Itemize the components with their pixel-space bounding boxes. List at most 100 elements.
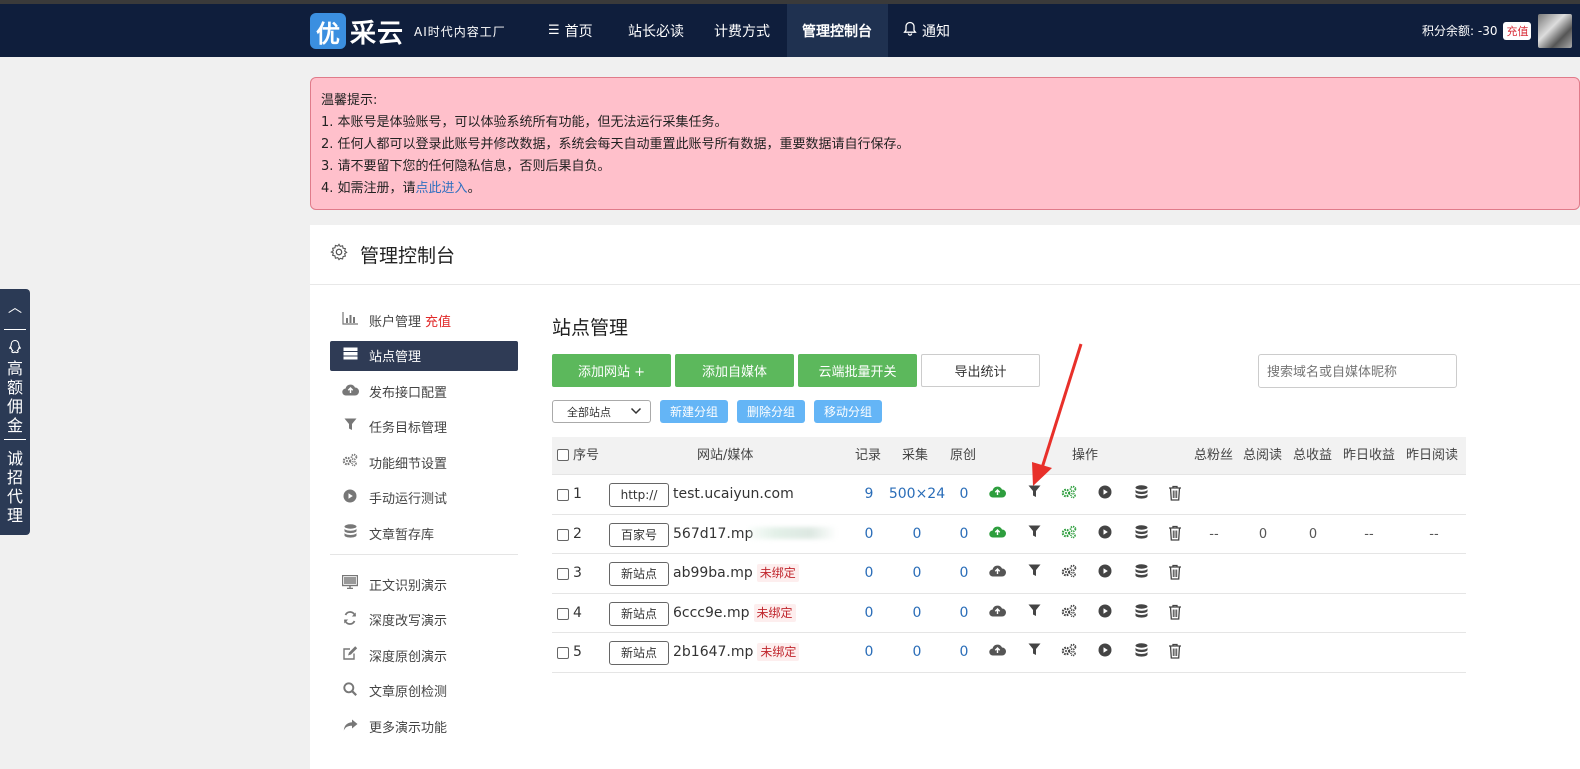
delete-group-button[interactable]: 删除分组 bbox=[737, 400, 806, 423]
trash-icon[interactable] bbox=[1166, 643, 1184, 661]
collect-count[interactable]: 0 bbox=[886, 633, 948, 672]
add-site-button[interactable]: 添加网站 + bbox=[552, 354, 671, 387]
site-logo[interactable]: 优 采云 AI时代内容工厂 bbox=[310, 12, 506, 50]
floating-side-tab[interactable]: ︿ 高额佣金 诚招代理 bbox=[0, 289, 30, 535]
site-type-tag[interactable]: 新站点 bbox=[609, 601, 669, 626]
original-count[interactable]: 0 bbox=[953, 594, 975, 633]
menu-item-account-recharge[interactable]: 充值 bbox=[425, 311, 451, 330]
play-icon[interactable] bbox=[1096, 485, 1114, 503]
collect-count[interactable]: 0 bbox=[886, 554, 948, 593]
menu-item-article-store[interactable]: 文章暂存库 bbox=[330, 519, 518, 549]
site-name[interactable]: test.ucaiyun.com bbox=[673, 475, 794, 514]
menu-item-account[interactable]: 账户管理 充值 bbox=[330, 305, 518, 335]
site-name[interactable]: ab99ba.mp 未绑定 bbox=[673, 554, 799, 593]
original-count[interactable]: 0 bbox=[953, 515, 975, 554]
cloud-upload-icon[interactable] bbox=[988, 604, 1006, 622]
filter-icon[interactable] bbox=[1025, 485, 1043, 503]
cloud-upload-icon[interactable] bbox=[988, 643, 1006, 661]
row-checkbox[interactable] bbox=[557, 647, 569, 659]
new-group-button[interactable]: 新建分组 bbox=[660, 400, 729, 423]
play-icon[interactable] bbox=[1096, 643, 1114, 661]
menu-item-more-demos[interactable]: 更多演示功能 bbox=[330, 712, 518, 742]
records-count[interactable]: 9 bbox=[858, 475, 880, 514]
site-type-tag[interactable]: 新站点 bbox=[609, 641, 669, 665]
register-link[interactable]: 点此进入 bbox=[416, 181, 468, 196]
cloud-batch-toggle-button[interactable]: 云端批量开关 bbox=[798, 354, 917, 387]
database-icon[interactable] bbox=[1132, 485, 1150, 503]
menu-item-original-demo[interactable]: 深度原创演示 bbox=[330, 640, 518, 670]
database-icon[interactable] bbox=[1132, 603, 1150, 622]
filter-icon[interactable] bbox=[1025, 643, 1043, 661]
avatar[interactable] bbox=[1538, 14, 1572, 48]
row-checkbox[interactable] bbox=[557, 489, 569, 501]
site-type-tag[interactable]: http:// bbox=[609, 483, 669, 507]
menu-item-sites[interactable]: 站点管理 bbox=[330, 340, 518, 371]
nav-webmaster-guide[interactable]: 站长必读 bbox=[613, 4, 699, 57]
site-name[interactable]: 2b1647.mp 未绑定 bbox=[673, 633, 800, 672]
gears-icon[interactable] bbox=[1060, 643, 1078, 661]
nav-notifications[interactable]: 通知 bbox=[888, 4, 965, 57]
records-count[interactable]: 0 bbox=[858, 633, 880, 672]
menu-item-publish-api[interactable]: 发布接口配置 bbox=[330, 376, 518, 406]
play-icon[interactable] bbox=[1096, 564, 1114, 582]
records-count[interactable]: 0 bbox=[858, 515, 880, 554]
original-count[interactable]: 0 bbox=[953, 475, 975, 514]
menu-item-task-targets-label: 任务目标管理 bbox=[369, 421, 448, 437]
site-name[interactable]: 567d17.mp bbox=[673, 515, 753, 554]
filter-icon[interactable] bbox=[1025, 604, 1043, 622]
site-name[interactable]: 6ccc9e.mp 未绑定 bbox=[673, 594, 796, 633]
row-checkbox[interactable] bbox=[557, 607, 569, 620]
menu-item-text-recognition-demo[interactable]: 正文识别演示 bbox=[330, 569, 518, 599]
nav-console-label: 管理控制台 bbox=[802, 23, 872, 40]
table-row: 4 新站点 6ccc9e.mp 未绑定 0 0 0 bbox=[552, 594, 1466, 633]
yesterday-income: -- bbox=[1364, 526, 1374, 542]
trash-icon[interactable] bbox=[1166, 525, 1184, 543]
menu-item-feature-settings[interactable]: 功能细节设置 bbox=[330, 447, 518, 477]
menu-item-rewrite-demo[interactable]: 深度改写演示 bbox=[330, 605, 518, 635]
search-input[interactable] bbox=[1258, 354, 1457, 388]
add-media-button[interactable]: 添加自媒体 bbox=[675, 354, 794, 387]
cloud-upload-icon[interactable] bbox=[988, 485, 1006, 503]
filter-icon[interactable] bbox=[1025, 525, 1043, 543]
cloud-upload-icon bbox=[341, 383, 359, 400]
filter-icon[interactable] bbox=[1025, 564, 1043, 582]
select-all-checkbox[interactable] bbox=[557, 449, 569, 461]
cloud-upload-icon[interactable] bbox=[988, 564, 1006, 582]
records-count[interactable]: 0 bbox=[858, 554, 880, 593]
gears-icon[interactable] bbox=[1060, 525, 1078, 543]
recharge-badge[interactable]: 充值 bbox=[1503, 21, 1532, 40]
site-type-tag[interactable]: 新站点 bbox=[609, 562, 669, 586]
menu-item-task-targets[interactable]: 任务目标管理 bbox=[330, 412, 518, 442]
site-type-tag[interactable]: 百家号 bbox=[609, 522, 669, 547]
gears-icon[interactable] bbox=[1060, 604, 1078, 622]
database-icon[interactable] bbox=[1132, 524, 1150, 543]
collect-count[interactable]: 0 bbox=[886, 515, 948, 554]
original-count[interactable]: 0 bbox=[953, 633, 975, 672]
site-group-select[interactable]: 全部站点 bbox=[552, 400, 651, 423]
export-stats-button[interactable]: 导出统计 bbox=[921, 354, 1040, 387]
chevron-up-icon[interactable]: ︿ bbox=[0, 297, 30, 317]
database-icon[interactable] bbox=[1132, 643, 1150, 661]
nav-console[interactable]: 管理控制台 bbox=[787, 4, 888, 57]
collect-count[interactable]: 0 bbox=[886, 594, 948, 633]
menu-divider bbox=[330, 554, 518, 556]
play-icon[interactable] bbox=[1096, 525, 1114, 543]
collect-count[interactable]: 500×24 bbox=[886, 475, 948, 514]
trash-icon[interactable] bbox=[1166, 485, 1184, 503]
gears-icon[interactable] bbox=[1060, 564, 1078, 582]
nav-home[interactable]: ☰ 首页 bbox=[533, 4, 608, 57]
records-count[interactable]: 0 bbox=[858, 594, 880, 633]
menu-item-originality-check[interactable]: 文章原创检测 bbox=[330, 676, 518, 706]
trash-icon[interactable] bbox=[1166, 604, 1184, 622]
cloud-upload-icon[interactable] bbox=[988, 525, 1006, 543]
trash-icon[interactable] bbox=[1166, 564, 1184, 582]
menu-item-manual-run[interactable]: 手动运行测试 bbox=[330, 483, 518, 513]
row-checkbox[interactable] bbox=[557, 528, 569, 541]
original-count[interactable]: 0 bbox=[953, 554, 975, 593]
row-checkbox[interactable] bbox=[557, 568, 569, 580]
gears-icon[interactable] bbox=[1060, 485, 1078, 503]
database-icon[interactable] bbox=[1132, 564, 1150, 582]
play-icon[interactable] bbox=[1096, 604, 1114, 622]
nav-pricing[interactable]: 计费方式 bbox=[699, 4, 785, 57]
move-group-button[interactable]: 移动分组 bbox=[814, 400, 883, 423]
